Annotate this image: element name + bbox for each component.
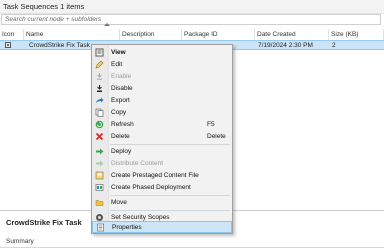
search-input[interactable]: [2, 15, 380, 24]
search-box[interactable]: [1, 14, 381, 25]
column-name[interactable]: Name: [24, 23, 120, 40]
menu-item-deploy-label: Deploy: [111, 148, 132, 155]
menu-item-refresh-shortcut: F5: [207, 121, 215, 128]
distribute-icon: [95, 159, 104, 168]
menu-item-enable-label: Enable: [111, 73, 132, 80]
menu-item-disable-label: Disable: [111, 85, 133, 92]
menu-item-create-phased-label: Create Phased Deployment: [111, 184, 191, 191]
menu-item-export-label: Export: [111, 97, 130, 104]
menu-item-refresh-label: Refresh: [111, 121, 134, 128]
details-summary-tab[interactable]: Summary: [6, 238, 34, 245]
menu-item-delete-shortcut: Delete: [207, 133, 226, 140]
menu-item-view-label: View: [111, 49, 126, 56]
menu-item-create-prestaged-label: Create Prestaged Content File: [111, 172, 199, 179]
menu-item-create-phased[interactable]: Create Phased Deployment: [92, 182, 232, 193]
menu-item-delete-label: Delete: [111, 133, 130, 140]
header-bar: Task Sequences 1 items: [0, 0, 384, 14]
menu-item-view[interactable]: View: [92, 47, 232, 58]
disable-icon: [95, 84, 104, 93]
phased-icon: [95, 183, 104, 192]
column-description[interactable]: Description: [120, 29, 182, 40]
view-icon: [95, 48, 104, 57]
row-size: 2: [332, 42, 336, 49]
column-date-created[interactable]: Date Created: [255, 29, 329, 40]
menu-item-copy[interactable]: Copy: [92, 107, 232, 118]
menu-item-distribute-content-label: Distribute Content: [111, 160, 164, 167]
deploy-icon: [95, 147, 104, 156]
properties-icon: [96, 223, 105, 232]
copy-icon: [95, 108, 104, 117]
refresh-icon: [95, 120, 104, 129]
menu-item-move-label: Move: [111, 199, 127, 206]
menu-item-properties[interactable]: Properties: [92, 221, 232, 233]
column-package-id[interactable]: Package ID: [182, 29, 255, 40]
export-icon: [95, 96, 104, 105]
delete-icon: [95, 132, 104, 141]
menu-item-create-prestaged[interactable]: Create Prestaged Content File: [92, 170, 232, 181]
details-title: CrowdStrike Fix Task: [6, 218, 82, 227]
row-name: CrowdStrike Fix Task: [29, 42, 90, 49]
menu-separator: [110, 144, 230, 145]
task-sequence-icon: [5, 42, 11, 48]
edit-icon: [95, 60, 104, 69]
prestaged-icon: [95, 171, 104, 180]
menu-separator: [110, 195, 230, 196]
menu-item-deploy[interactable]: Deploy: [92, 146, 232, 157]
menu-item-copy-label: Copy: [111, 109, 127, 116]
enable-icon: [95, 72, 104, 81]
menu-item-distribute-content[interactable]: Distribute Content: [92, 158, 232, 169]
menu-separator: [110, 210, 230, 211]
sort-arrow-icon: [104, 23, 110, 26]
context-menu: View Edit Enable Disable Export Copy Ref…: [91, 44, 233, 234]
row-date-created: 7/19/2024 2:30 PM: [258, 42, 313, 49]
column-name-label: Name: [26, 31, 44, 38]
menu-item-properties-label: Properties: [112, 224, 142, 231]
menu-item-enable[interactable]: Enable: [92, 71, 232, 82]
menu-item-move[interactable]: Move: [92, 197, 232, 208]
menu-item-export[interactable]: Export: [92, 95, 232, 106]
menu-item-edit-label: Edit: [111, 61, 123, 68]
move-icon: [95, 198, 104, 207]
menu-item-delete[interactable]: Delete Delete: [92, 131, 232, 142]
column-icon[interactable]: Icon: [0, 29, 24, 40]
menu-item-refresh[interactable]: Refresh F5: [92, 119, 232, 130]
column-size[interactable]: Size (KB): [329, 29, 384, 40]
header-title: Task Sequences 1 items: [3, 2, 85, 11]
menu-item-edit[interactable]: Edit: [92, 59, 232, 70]
menu-item-disable[interactable]: Disable: [92, 83, 232, 94]
